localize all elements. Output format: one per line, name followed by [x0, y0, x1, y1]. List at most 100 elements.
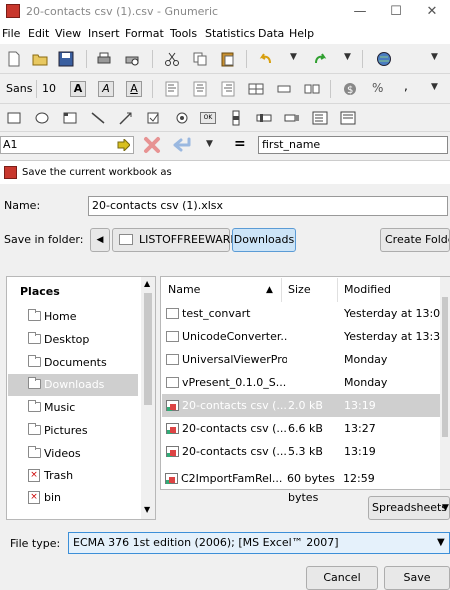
align-center-icon[interactable]: [192, 81, 208, 97]
underline-icon[interactable]: A: [126, 81, 142, 97]
scrollbar-widget-icon[interactable]: [228, 110, 244, 126]
column-header-modified[interactable]: Modified: [338, 278, 440, 302]
file-row[interactable]: C2ImportFamRel... 60 bytes 12:59: [161, 468, 439, 489]
place-downloads[interactable]: Downloads: [8, 374, 138, 396]
menu-format[interactable]: Format: [125, 27, 164, 40]
menu-help[interactable]: Help: [289, 27, 314, 40]
place-desktop[interactable]: Desktop: [8, 329, 138, 351]
align-right-icon[interactable]: [220, 81, 236, 97]
path-back-button[interactable]: ◀: [90, 228, 110, 252]
function-dropdown-icon[interactable]: ▼: [206, 139, 213, 149]
cut-icon[interactable]: [164, 51, 180, 67]
cancel-button[interactable]: Cancel: [306, 566, 378, 590]
create-folder-button[interactable]: Create Folder: [380, 228, 450, 252]
place-documents[interactable]: Documents: [8, 352, 138, 374]
file-list-scroll-thumb[interactable]: [442, 297, 448, 437]
file-list-scrollbar[interactable]: [440, 277, 450, 489]
place-videos[interactable]: Videos: [8, 443, 138, 465]
path-button-listoffreeware[interactable]: LISTOFFREEWARE: [112, 228, 237, 252]
print-preview-icon[interactable]: [124, 51, 140, 67]
menu-insert[interactable]: Insert: [88, 27, 120, 40]
file-row[interactable]: UnicodeConverter... Yesterday at 13:30: [162, 325, 447, 348]
redo-icon[interactable]: [312, 51, 328, 67]
combo-widget-icon[interactable]: [340, 110, 356, 126]
menu-tools[interactable]: Tools: [170, 27, 197, 40]
column-header-name[interactable]: Name ▲: [162, 278, 282, 302]
file-row[interactable]: UniversalViewerPro Monday: [162, 348, 440, 371]
accept-edit-icon[interactable]: [172, 137, 194, 153]
arrow-icon[interactable]: [118, 110, 134, 126]
place-label: Music: [44, 401, 76, 414]
align-left-icon[interactable]: [164, 81, 180, 97]
menu-statistics[interactable]: Statistics: [205, 27, 255, 40]
open-folder-icon[interactable]: [32, 51, 48, 67]
rectangle-icon[interactable]: [6, 110, 22, 126]
save-button[interactable]: Save: [384, 566, 450, 590]
paste-icon[interactable]: [220, 51, 236, 67]
menu-file[interactable]: File: [2, 27, 20, 40]
percent-icon[interactable]: %: [372, 81, 383, 95]
merge-cells-icon[interactable]: [248, 81, 264, 97]
globe-icon[interactable]: [376, 51, 392, 67]
spin-button-icon[interactable]: [284, 110, 300, 126]
menu-data[interactable]: Data: [258, 27, 284, 40]
filter-dropdown[interactable]: Spreadsheets ▼: [368, 496, 450, 520]
print-icon[interactable]: [96, 51, 112, 67]
currency-icon[interactable]: $: [342, 81, 358, 97]
filename-input[interactable]: 20-contacts csv (1).xlsx: [88, 196, 448, 216]
scroll-down-icon[interactable]: ▼: [144, 505, 150, 514]
place-trash[interactable]: × Trash: [8, 465, 138, 487]
button-widget-icon[interactable]: OK: [200, 112, 216, 124]
center-across-icon[interactable]: [276, 81, 292, 97]
file-row[interactable]: 20-contacts csv (... 6.6 kB 13:27: [162, 417, 440, 440]
bold-icon[interactable]: A: [70, 81, 86, 97]
thousands-separator-icon[interactable]: ,: [404, 79, 408, 93]
scroll-up-icon[interactable]: ▲: [144, 279, 150, 288]
column-header-size[interactable]: Size: [282, 278, 338, 302]
minimize-button[interactable]: —: [342, 0, 378, 24]
path-button-downloads[interactable]: Downloads: [232, 228, 296, 252]
menu-view[interactable]: View: [55, 27, 81, 40]
file-type-select[interactable]: ECMA 376 1st edition (2006); [MS Excel™ …: [68, 532, 450, 554]
line-icon[interactable]: [90, 110, 106, 126]
formula-input[interactable]: first_name: [258, 136, 448, 154]
font-size[interactable]: 10: [42, 82, 56, 95]
font-name[interactable]: Sans: [6, 82, 32, 95]
frame-icon[interactable]: [62, 110, 78, 126]
menu-edit[interactable]: Edit: [28, 27, 49, 40]
place-bin[interactable]: × bin: [8, 487, 138, 509]
place-label: Home: [44, 310, 77, 323]
ellipse-icon[interactable]: [34, 110, 50, 126]
place-pictures[interactable]: Pictures: [8, 420, 138, 442]
places-scroll-thumb[interactable]: [144, 293, 152, 405]
cancel-edit-icon[interactable]: [143, 136, 161, 154]
folder-icon: [28, 400, 41, 412]
redo-dropdown-icon[interactable]: ▼: [344, 52, 351, 62]
save-icon[interactable]: [58, 51, 74, 67]
sort-ascending-icon: ▲: [266, 285, 273, 295]
undo-dropdown-icon[interactable]: ▼: [290, 52, 297, 62]
new-document-icon[interactable]: [6, 51, 22, 67]
close-button[interactable]: ✕: [414, 0, 450, 24]
toolbar-overflow-icon[interactable]: ▼: [431, 52, 438, 62]
file-row[interactable]: 20-contacts csv (... 5.3 kB 13:19: [162, 440, 440, 463]
list-widget-icon[interactable]: [312, 110, 328, 126]
file-modified: 12:59: [343, 472, 375, 485]
copy-icon[interactable]: [192, 51, 208, 67]
places-scrollbar[interactable]: ▲ ▼: [141, 277, 155, 519]
maximize-button[interactable]: ☐: [378, 0, 414, 24]
file-row-selected[interactable]: 20-contacts csv (... 2.0 kB 13:19: [162, 394, 440, 417]
slider-widget-icon[interactable]: [256, 110, 272, 126]
undo-icon[interactable]: [258, 51, 274, 67]
place-home[interactable]: Home: [8, 306, 138, 328]
format-overflow-icon[interactable]: ▼: [431, 82, 438, 92]
radio-button-icon[interactable]: [174, 110, 190, 126]
unmerge-cells-icon[interactable]: [304, 81, 320, 97]
file-row[interactable]: test_convart Yesterday at 13:01: [162, 302, 447, 325]
file-row[interactable]: vPresent_0.1.0_S... Monday: [162, 371, 440, 394]
checkbox-icon[interactable]: [146, 110, 162, 126]
place-music[interactable]: Music: [8, 397, 138, 419]
cell-reference-input[interactable]: A1: [0, 136, 134, 154]
italic-icon[interactable]: A: [98, 81, 114, 97]
cell-ref-dropdown-icon[interactable]: [116, 139, 130, 151]
